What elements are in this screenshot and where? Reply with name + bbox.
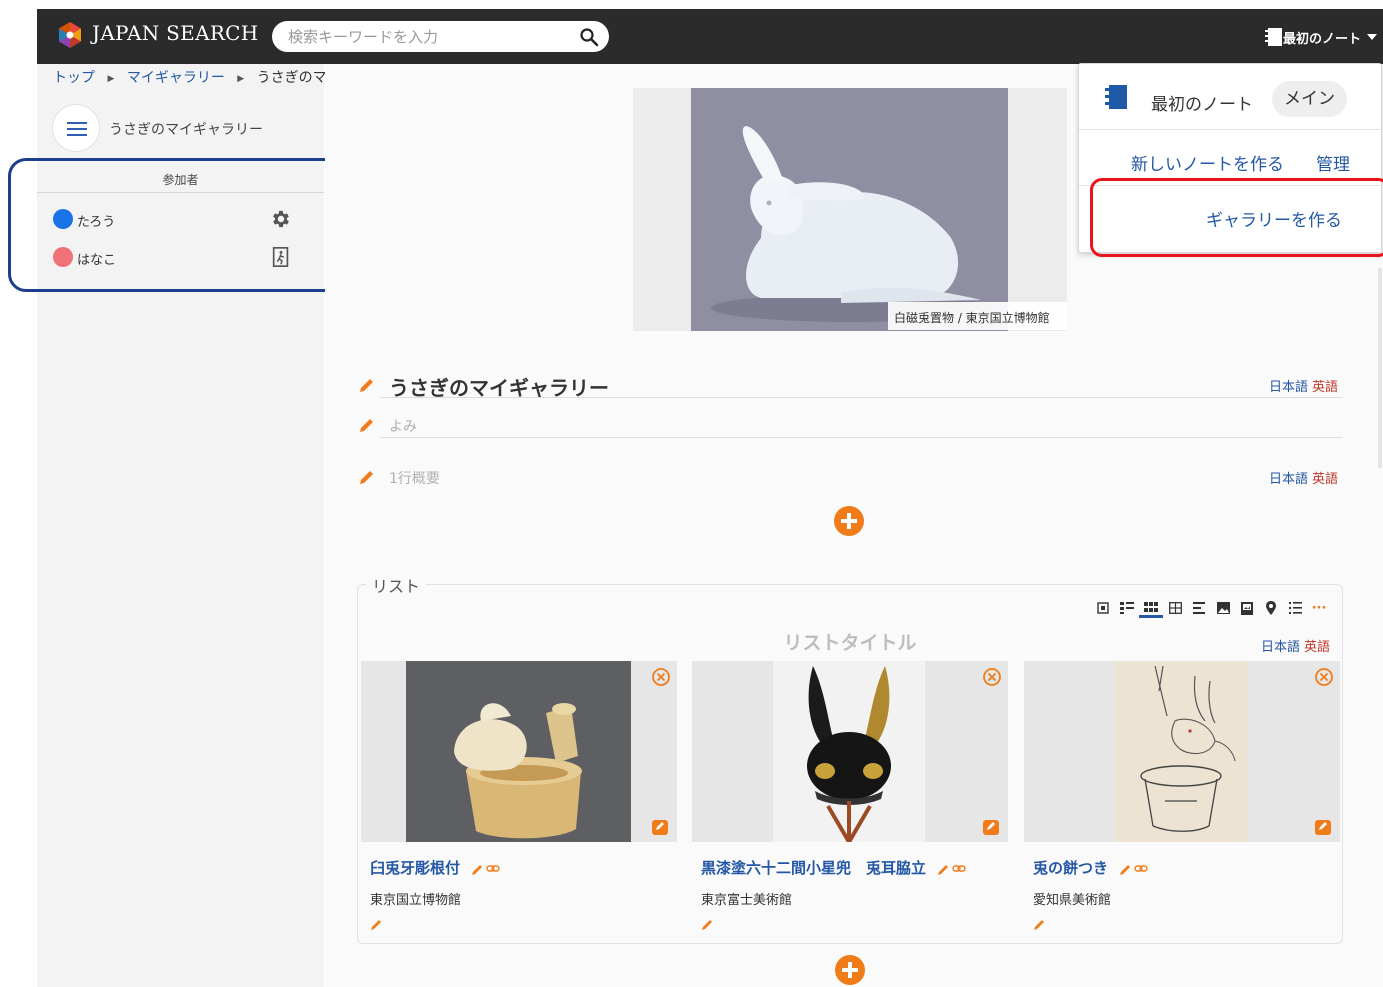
caret-down-icon <box>1367 34 1377 40</box>
hamburger-icon <box>67 122 87 136</box>
rabbit-mochi-sketch-image <box>1115 661 1247 842</box>
view-numbered-list-icon[interactable] <box>1283 598 1307 618</box>
create-gallery-highlight <box>1090 178 1383 257</box>
view-detail-list-icon[interactable] <box>1115 598 1139 618</box>
reading-field[interactable]: よみ <box>356 408 1342 438</box>
new-note-link[interactable]: 新しいノートを作る <box>1131 150 1284 175</box>
brand-name[interactable]: JAPAN SEARCH <box>92 21 259 45</box>
sidebar-gallery-title: うさぎのマイギャラリー <box>109 122 263 138</box>
view-mode-toolbar: ··· <box>1091 598 1331 618</box>
list-item-card: 臼兎牙彫根付 東京国立博物館 <box>361 661 677 941</box>
list-item-card: 兎の餅つき 愛知県美術館 <box>1024 661 1340 941</box>
manage-link[interactable]: 管理 <box>1316 150 1350 175</box>
hero-image[interactable] <box>691 88 1008 331</box>
list-legend: リスト <box>366 573 427 597</box>
card-institution: 東京国立博物館 <box>370 893 462 908</box>
notebook-icon <box>1264 28 1282 46</box>
scrollbar[interactable] <box>1378 268 1382 468</box>
add-section-button[interactable] <box>834 506 864 536</box>
view-single-icon[interactable] <box>1091 598 1115 618</box>
view-grid-icon[interactable] <box>1139 598 1163 618</box>
lang-english-link[interactable]: 英語 <box>1312 472 1338 487</box>
lang-japanese-link[interactable]: 日本語 <box>1261 640 1300 655</box>
breadcrumb-top[interactable]: トップ <box>53 70 95 86</box>
view-text-icon[interactable] <box>1187 598 1211 618</box>
remove-item-icon[interactable] <box>651 667 671 687</box>
card-title-link[interactable]: 兎の餅つき <box>1033 859 1108 877</box>
edit-link-icon[interactable] <box>937 862 967 876</box>
divider <box>380 437 1342 438</box>
card-title: 兎の餅つき <box>1033 857 1149 878</box>
breadcrumb-separator-icon: ▶ <box>107 74 115 84</box>
dropdown-note-row[interactable]: 最初のノート メイン <box>1079 64 1383 130</box>
card-institution: 東京富士美術館 <box>701 893 793 908</box>
more-options-icon[interactable]: ··· <box>1307 598 1331 618</box>
card-institution: 愛知県美術館 <box>1033 893 1112 908</box>
gallery-title-field[interactable]: うさぎのマイギャラリー 日本語 英語 <box>356 368 1342 400</box>
search-box[interactable] <box>272 21 609 52</box>
breadcrumb-my-gallery[interactable]: マイギャラリー <box>127 70 225 86</box>
language-switch: 日本語 英語 <box>1261 636 1330 655</box>
add-note-icon[interactable] <box>982 819 1002 837</box>
remove-item-icon[interactable] <box>1314 667 1334 687</box>
search-icon[interactable] <box>579 27 599 47</box>
dropdown-note-name[interactable]: 最初のノート <box>1151 90 1253 115</box>
view-table-icon[interactable] <box>1163 598 1187 618</box>
remove-item-icon[interactable] <box>982 667 1002 687</box>
edit-link-icon[interactable] <box>1119 862 1149 876</box>
netsuke-rabbit-image <box>406 661 631 842</box>
view-image-icon[interactable] <box>1211 598 1235 618</box>
divider <box>380 397 1342 398</box>
hero-caption: 白磁兎置物 / 東京国立博物館 <box>888 302 1067 330</box>
pencil-icon[interactable] <box>370 917 384 931</box>
pencil-icon[interactable] <box>358 376 376 394</box>
list-item-card: 黒漆塗六十二間小星兜 兎耳脇立 東京富士美術館 <box>692 661 1008 941</box>
card-title: 臼兎牙彫根付 <box>370 857 501 878</box>
add-note-icon[interactable] <box>1314 819 1334 837</box>
search-input[interactable] <box>286 26 566 48</box>
card-title: 黒漆塗六十二間小星兜 兎耳脇立 <box>701 857 967 878</box>
notebook-icon <box>1105 85 1127 109</box>
card-image[interactable] <box>773 661 925 842</box>
edit-link-icon[interactable] <box>471 862 501 876</box>
note-menu-label: 最初のノート <box>1282 31 1361 47</box>
main-note-chip: メイン <box>1272 81 1347 117</box>
top-bar: JAPAN SEARCH 最初のノート <box>37 9 1383 64</box>
map-pin-icon[interactable] <box>1259 598 1283 618</box>
participants-highlight <box>8 158 351 292</box>
lang-japanese-link[interactable]: 日本語 <box>1269 380 1308 395</box>
lang-english-link[interactable]: 英語 <box>1312 380 1338 395</box>
rabbit-ear-helmet-image <box>773 661 925 842</box>
summary-placeholder[interactable]: 1行概要 <box>389 468 440 488</box>
sidebar-menu-button[interactable] <box>52 104 100 152</box>
card-title-link[interactable]: 臼兎牙彫根付 <box>370 859 460 877</box>
pencil-icon[interactable] <box>1033 917 1047 931</box>
lang-english-link[interactable]: 英語 <box>1304 640 1330 655</box>
pencil-icon[interactable] <box>701 917 715 931</box>
pencil-icon[interactable] <box>358 468 376 486</box>
add-list-button[interactable] <box>835 955 865 985</box>
add-note-icon[interactable] <box>651 819 671 837</box>
language-switch: 日本語 英語 <box>1269 468 1338 487</box>
card-title-link[interactable]: 黒漆塗六十二間小星兜 兎耳脇立 <box>701 859 926 877</box>
reading-placeholder[interactable]: よみ <box>389 416 417 436</box>
summary-field[interactable]: 1行概要 日本語 英語 <box>356 460 1342 490</box>
note-menu-button[interactable]: 最初のノート <box>1264 25 1377 49</box>
view-gallery-icon[interactable] <box>1235 598 1259 618</box>
lang-japanese-link[interactable]: 日本語 <box>1269 472 1308 487</box>
japan-search-logo-icon[interactable] <box>56 21 84 49</box>
card-image[interactable] <box>1115 661 1247 842</box>
rabbit-figurine-image <box>691 88 1008 331</box>
list-title-placeholder[interactable]: リストタイトル <box>360 628 1340 655</box>
breadcrumb-separator-icon: ▶ <box>237 74 245 84</box>
language-switch: 日本語 英語 <box>1269 376 1338 395</box>
pencil-icon[interactable] <box>358 416 376 434</box>
card-image[interactable] <box>406 661 631 842</box>
